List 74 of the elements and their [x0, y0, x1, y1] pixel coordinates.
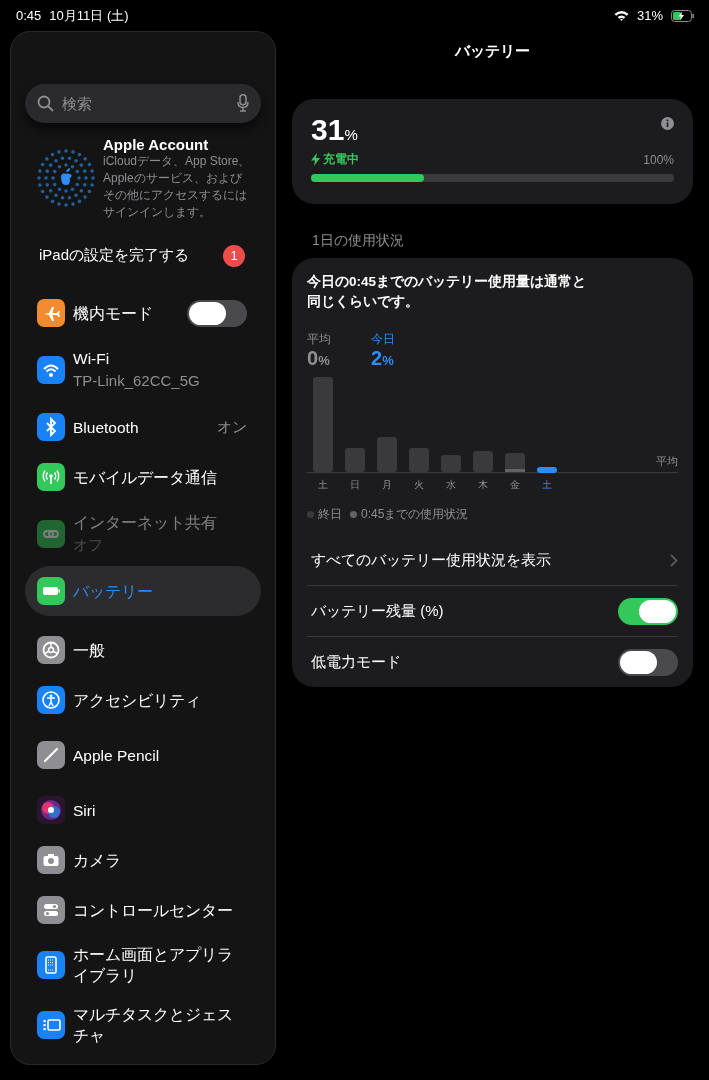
sidebar-item[interactable]: 機内モード	[25, 288, 261, 338]
account-title[interactable]: Apple Account	[103, 135, 253, 153]
antenna-icon	[37, 463, 65, 491]
sidebar-item[interactable]: バッテリー	[25, 566, 261, 616]
day-label[interactable]: 火	[403, 478, 435, 492]
day-label[interactable]: 金	[499, 478, 531, 492]
legend-label: 0:45までの使用状況	[361, 506, 469, 523]
account-description: iCloudデータ、App Store、Appleのサービス、およびその他にアクセスするにはサインインします。	[103, 153, 252, 221]
microphone-icon[interactable]	[237, 94, 249, 113]
legend-dot	[307, 511, 314, 518]
charging-status: 充電中	[323, 151, 359, 168]
day-label[interactable]: 日	[339, 478, 371, 492]
switches-icon	[37, 896, 65, 924]
usage-stat[interactable]: 今日 2%	[371, 332, 395, 370]
sidebar-item[interactable]: Wi-Fi TP-Link_62CC_5G	[25, 338, 261, 402]
chevron-icon	[670, 553, 678, 567]
grid-icon	[37, 951, 65, 979]
sidebar-item[interactable]: Apple Pencil	[25, 725, 261, 785]
sidebar-item[interactable]: Siri	[25, 785, 261, 835]
status-date: 10月11日 (土)	[49, 6, 129, 25]
window-icon	[37, 1011, 65, 1039]
day-label[interactable]: 月	[371, 478, 403, 492]
search-bar[interactable]: 検索	[25, 84, 261, 123]
day-label[interactable]: 土	[307, 478, 339, 492]
sidebar-item[interactable]: ホーム画面とアプリライブラリ	[25, 935, 261, 995]
usage-summary: 今日の0:45までのバッテリー使用量は通常と同じくらいです。	[307, 273, 588, 311]
bolt-icon	[311, 153, 320, 166]
day-label[interactable]: 水	[435, 478, 467, 492]
max-label: 100%	[643, 152, 674, 167]
sidebar-item[interactable]: カメラ	[25, 835, 261, 885]
account-icon[interactable]	[37, 149, 95, 208]
sidebar-item[interactable]: モバイルデータ通信	[25, 452, 261, 502]
sidebar-item[interactable]: Bluetooth オン	[25, 402, 261, 452]
airplane-icon	[37, 299, 65, 327]
wifi-icon	[37, 356, 65, 384]
status-time: 0:45	[16, 8, 42, 23]
setup-item[interactable]: iPadの設定を完了する 1	[25, 231, 261, 280]
setting-label: 低電力モード	[311, 652, 401, 672]
legend-label: 終日	[318, 506, 342, 523]
setting-label: バッテリー残量 (%)	[311, 601, 444, 621]
toggle-switch[interactable]	[618, 597, 678, 625]
info-icon[interactable]	[661, 117, 674, 130]
bluetooth-icon	[37, 413, 65, 441]
gear-icon	[37, 636, 65, 664]
toggle-switch[interactable]	[618, 648, 678, 676]
toggle-switch[interactable]	[187, 299, 247, 327]
status-value: オン	[217, 417, 247, 437]
battery-charging-icon	[671, 9, 695, 22]
notification-badge: 1	[223, 244, 245, 267]
sidebar-item[interactable]: アクセシビリティ	[25, 675, 261, 725]
sidebar-item[interactable]: 一般	[25, 625, 261, 675]
page-title: バッテリー	[455, 41, 530, 61]
pencil-icon	[37, 741, 65, 769]
item-subtitle: TP-Link_62CC_5G	[73, 371, 201, 391]
usage-link-row[interactable]: すべてのバッテリー使用状況を表示	[307, 535, 678, 585]
orb-icon	[37, 796, 65, 824]
day-label[interactable]: 土	[531, 478, 563, 492]
section-header: 1日の使用状況	[311, 231, 405, 250]
link-icon	[37, 520, 65, 548]
search-icon	[37, 94, 54, 112]
usage-bar	[537, 467, 557, 473]
camera-icon	[37, 846, 65, 874]
legend-dot	[350, 511, 357, 518]
average-label: 平均	[656, 454, 678, 469]
battery-icon	[37, 577, 65, 605]
accessibility-icon	[37, 686, 65, 714]
search-field[interactable]: 検索	[62, 94, 229, 112]
usage-stat[interactable]: 平均 0%	[307, 332, 331, 370]
battery-percent: 31%	[636, 8, 663, 23]
day-label[interactable]: 木	[467, 478, 499, 492]
battery-percent: 31%	[311, 113, 358, 147]
wifi-icon	[613, 10, 629, 21]
sidebar-item[interactable]: マルチタスクとジェスチャ	[25, 995, 261, 1055]
sidebar-item[interactable]: コントロールセンター	[25, 885, 261, 935]
